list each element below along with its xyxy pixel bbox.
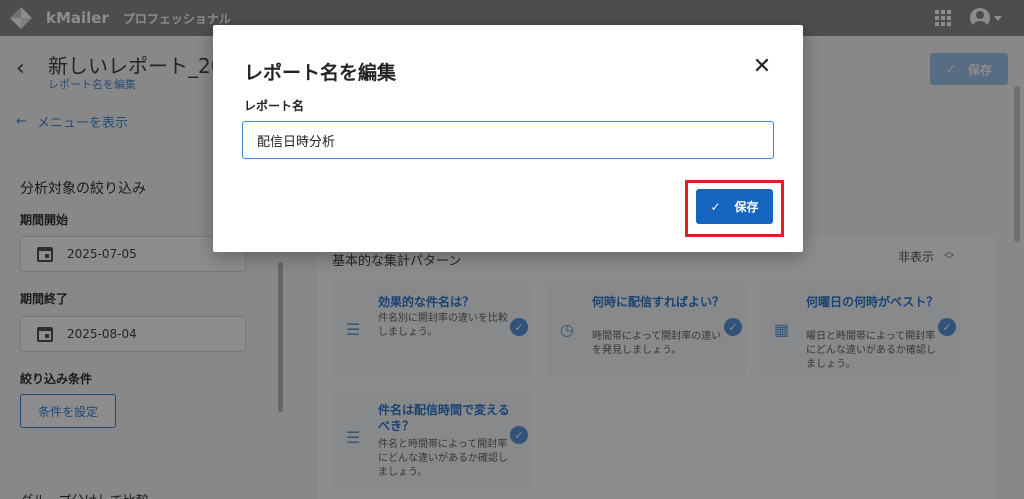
close-icon[interactable]: ✕	[749, 53, 775, 79]
dialog-save-label: 保存	[734, 200, 759, 214]
dialog-save-button[interactable]: ✓ 保存	[696, 189, 773, 224]
report-name-input[interactable]	[242, 121, 774, 159]
edit-report-name-dialog: レポート名を編集 ✕ レポート名 ✓ 保存	[213, 25, 803, 252]
report-name-label: レポート名	[244, 99, 305, 113]
check-icon: ✓	[710, 199, 721, 214]
dialog-title: レポート名を編集	[244, 62, 397, 84]
